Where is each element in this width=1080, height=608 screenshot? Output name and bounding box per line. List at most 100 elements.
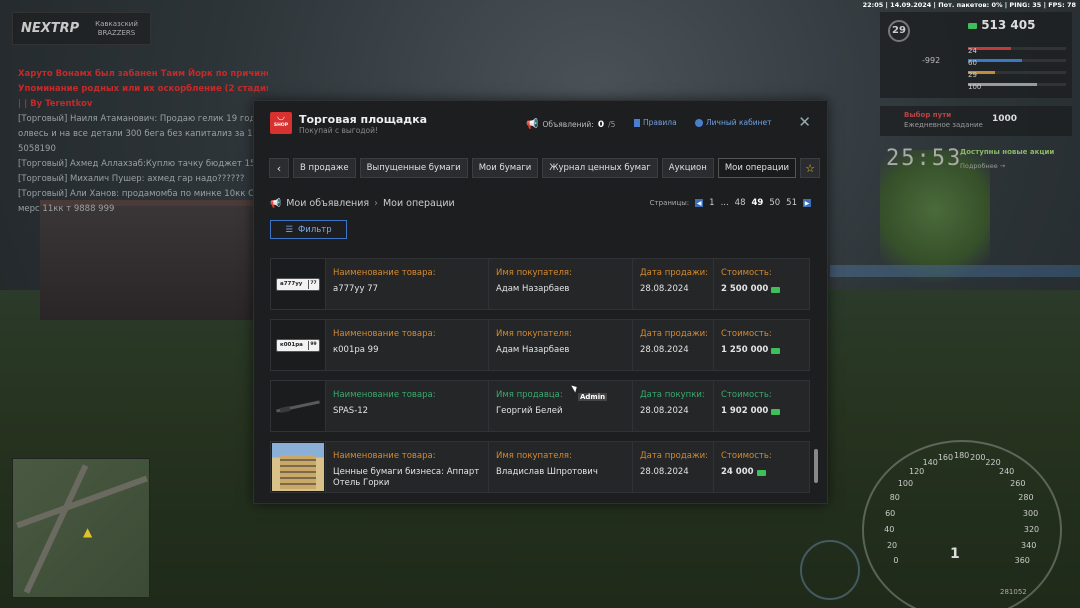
market-tabs: ‹ В продаже Выпущенные бумаги Мои бумаги Жу… [269,158,820,178]
tab-1[interactable]: В продаже [293,158,356,178]
event-timer: 25:53 [886,146,963,171]
prev-page-icon[interactable]: ◀ [695,199,704,207]
item-name-cell: Наименование товара: Ценные бумаги бизнес… [326,442,489,492]
breadcrumb-root[interactable]: Мои объявления [286,198,369,209]
current-gear: 1 [950,546,960,562]
chat-line: 5058190 [18,144,56,154]
breadcrumb-current: Мои операции [382,198,455,209]
page-link: ... [720,198,729,208]
player-hud: 29 513 405 -992 24 60 29 100 [880,12,1072,98]
fuel-gauge [800,540,860,600]
rules-link[interactable]: Правила [634,118,677,127]
speed-tick: 20 [886,541,898,551]
status-line: 22:05 | 14.09.2024 | Пот. пакетов: 0% | … [862,1,1076,9]
operation-row[interactable]: к001ра 99 Наименование товара: к001ра 99 Имя… [270,319,810,371]
page-link[interactable]: 49 [752,198,764,208]
speed-tick: 40 [884,525,895,535]
page-link[interactable]: 51 [786,198,797,208]
minimap-road [23,464,89,594]
chat-line: [Торговый] Михалич Пушер: ахмед гар надо… [18,174,245,184]
game-building [40,200,270,320]
tab-2[interactable]: Выпущенные бумаги [359,158,468,178]
shotgun-icon [276,401,320,411]
window-subtitle: Покупай с выгодой! [299,126,378,135]
quest-title: Выбор пути [904,111,952,119]
speed-tick: 100 [897,479,914,489]
speed-tick: 120 [909,467,925,477]
minimap: ▲ [12,458,150,598]
tab-4[interactable]: Журнал ценных бумаг [542,158,658,178]
speedometer: 1 281052 0 20 40 60 80 100 120 140 160 180 200 220 2… [862,440,1062,608]
chat-line: Упоминание родных или их оскорбление (2 … [18,84,268,94]
operation-row[interactable]: a777yy 77 Наименование товара: a777yy 77 Имя… [270,258,810,310]
game-tree [880,150,990,300]
stat-bars: 24 60 29 100 [968,40,1066,95]
chat-line: олвесь и на все детали 300 бега без капи… [18,129,253,139]
cash-icon [771,347,781,354]
party-cell: Имя покупателя: Владислав Шпротович [489,442,633,492]
date-cell: Дата продажи: 28.08.2024 [633,320,714,370]
next-page-icon[interactable]: ▶ [803,199,811,207]
chevron-right-icon: › [374,198,378,209]
filter-icon: ☰ [285,224,293,235]
speed-tick: 340 [1021,541,1037,551]
stat-value: 24 [968,47,977,55]
item-thumbnail [271,442,326,492]
chat-line: [Торговый] Али Ханов: продамомба по минк… [18,189,255,199]
party-cell: Имя продавца: Георгий Белей [489,381,633,431]
details-link[interactable]: Подробнее → [960,162,1005,170]
chat-line: [Торговый] Наиля Атаманович: Продаю гели… [18,114,261,124]
speed-tick: 180 [954,451,970,460]
close-icon[interactable]: ✕ [798,113,811,131]
page-link[interactable]: 48 [735,198,746,208]
date-cell: Дата покупки: 28.08.2024 [633,381,714,431]
speed-tick: 200 [970,452,986,462]
daily-quest[interactable]: Выбор пути Ежедневное задание 1000 [880,106,1072,136]
item-name-cell: Наименование товара: к001ра 99 [326,320,489,370]
speed-tick: 300 [1022,508,1039,518]
stat-value: 60 [968,59,977,67]
pagination-label: Страницы: [649,199,690,207]
personal-cabinet-link[interactable]: Личный кабинет [695,118,772,127]
admin-tag: Admin [578,393,608,401]
tab-6[interactable]: Мои операции [717,158,796,178]
list-scrollbar[interactable] [814,449,818,483]
megaphone-icon: 📢 [270,198,282,209]
quest-subtitle: Ежедневное задание [904,121,983,129]
operation-row[interactable]: Наименование товара: SPAS-12 Имя продавца:… [270,380,810,432]
tab-3[interactable]: Мои бумаги [471,158,539,178]
page-link[interactable]: 1 [709,198,714,208]
item-name-cell: Наименование товара: a777yy 77 [326,259,489,309]
player-marker-icon: ▲ [83,525,93,539]
building-icon [272,443,324,491]
chat-line: | | By Terentkov [18,99,93,109]
minimap-road [16,475,148,529]
speed-tick: 280 [1018,493,1034,503]
cash-icon [771,408,781,415]
favorites-star-icon[interactable]: ☆ [800,158,820,178]
chat-line: мерс 11кк т 9888 999 [18,204,115,214]
price-cell: Стоимость: 1 902 000 [714,381,809,431]
chevron-left-icon: ‹ [276,161,282,175]
breadcrumb: 📢 Мои объявления › Мои операции [270,198,455,209]
speed-tick: 140 [922,458,938,468]
speed-tick: 80 [889,493,900,503]
filter-button[interactable]: ☰ Фильтр [270,220,347,239]
stat-value: 100 [968,83,982,91]
price-cell: Стоимость: 24 000 [721,451,772,477]
operation-row[interactable]: Наименование товара: Ценные бумаги бизнес… [270,441,810,493]
window-header: ◡ SHOP Торговая площадка Покупай с выгод… [254,101,827,145]
speed-tick: 0 [893,556,899,565]
chat-line: [Торговый] Ахмед Аллахзаб:Куплю тачку бю… [18,159,256,169]
license-plate-icon: к001ра 99 [276,338,320,352]
shop-icon: ◡ SHOP [270,112,292,134]
market-window: ◡ SHOP Торговая площадка Покупай с выгод… [253,100,828,504]
document-icon [634,118,640,127]
date-cell: Дата продажи: 28.08.2024 [633,442,714,492]
page-link[interactable]: 50 [769,198,780,208]
stat-bar: 29 [968,71,1066,79]
back-button[interactable]: ‹ [269,158,289,178]
party-cell: Имя покупателя: Адам Назарбаев [489,320,633,370]
tab-5[interactable]: Аукцион [661,158,714,178]
price-cell: Стоимость: 1 250 000 [714,320,809,370]
